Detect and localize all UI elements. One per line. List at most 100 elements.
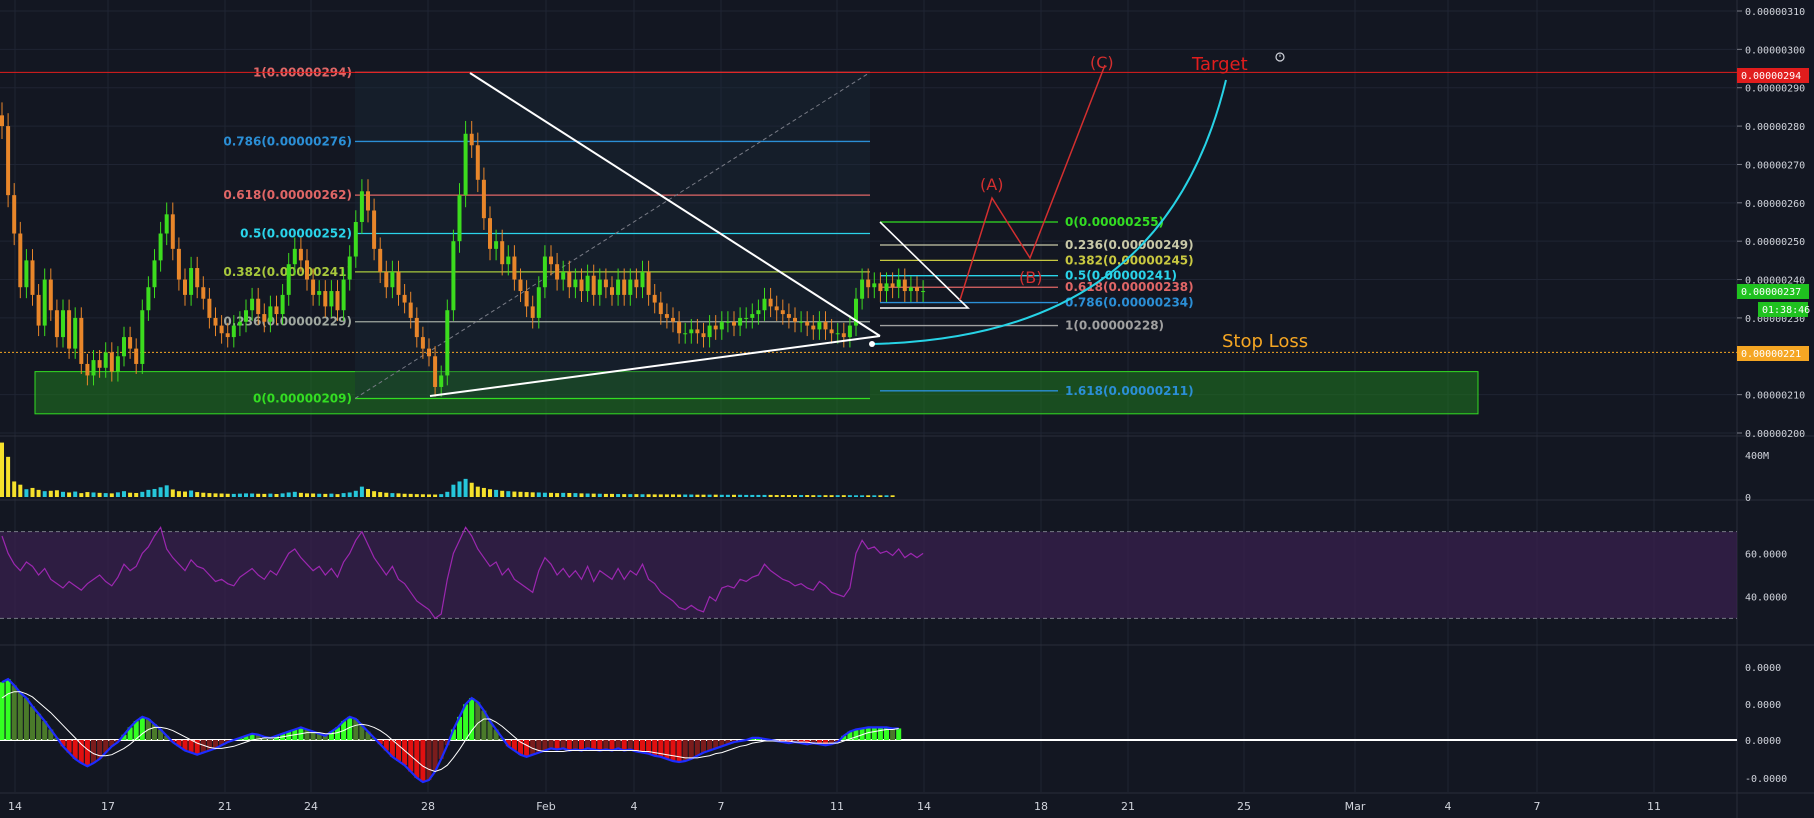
volume-bar (439, 494, 444, 497)
candle-body (201, 287, 206, 299)
macd-histogram-bar (475, 702, 481, 740)
volume-bar (152, 488, 157, 497)
volume-bar (506, 491, 511, 497)
candle-body (652, 294, 657, 303)
volume-bar (219, 493, 224, 497)
volume-bar (835, 495, 840, 497)
stop-price-tag: 0.00000221 (1737, 346, 1809, 361)
time-tick-label: 18 (1034, 800, 1048, 813)
candle-body (427, 348, 431, 357)
candle-body (799, 321, 804, 323)
candle-body (213, 317, 218, 326)
volume-bar (390, 493, 395, 497)
volume-bar (707, 494, 712, 497)
volume-bar (530, 492, 535, 497)
candle-body (640, 271, 645, 288)
stop-loss-label: Stop Loss (1222, 331, 1308, 352)
volume-bar (579, 493, 584, 497)
volume-bar (756, 494, 761, 497)
volume-bar (225, 493, 230, 497)
volume-bar (42, 491, 47, 497)
macd-histogram-bar (554, 740, 560, 750)
macd-histogram-bar (664, 740, 670, 759)
macd-histogram-bar (676, 740, 682, 763)
candle-body (664, 314, 669, 318)
candle-body (817, 321, 822, 330)
volume-bar (622, 494, 627, 497)
volume-bar (695, 494, 700, 497)
volume-bar (841, 495, 846, 497)
candle-body (475, 145, 480, 180)
candle-body (134, 348, 139, 364)
volume-bar (317, 493, 322, 497)
candle-body (384, 271, 389, 288)
candle-body (500, 241, 505, 265)
candle-body (780, 310, 785, 315)
macd-histogram-bar (670, 740, 676, 761)
candle-body (274, 306, 279, 315)
macd-histogram-bar (84, 740, 90, 767)
candle-body (250, 298, 255, 311)
candle-body (0, 115, 4, 127)
candle-body (140, 310, 145, 364)
price-tick-label: 0.00000200 (1745, 429, 1805, 440)
volume-bar (195, 492, 200, 497)
volume-bar (414, 494, 419, 497)
volume-bar (481, 487, 486, 497)
volume-bar (61, 491, 65, 497)
fib-small-level-label: 0(0.00000255) (1065, 215, 1164, 229)
fib-small-level-label: 0.786(0.00000234) (1065, 296, 1194, 310)
volume-bar (488, 489, 492, 497)
candle-body (146, 287, 151, 311)
volume-bar (48, 490, 53, 497)
volume-bar (122, 491, 126, 497)
candle-body (61, 310, 65, 338)
candle-body (744, 317, 749, 319)
candle-body (786, 314, 791, 318)
rsi-pane[interactable] (0, 525, 1737, 620)
volume-bar (286, 492, 291, 497)
candle-body (262, 314, 267, 322)
volume-bar (732, 494, 736, 497)
volume-bar (359, 486, 364, 497)
volume-bar (567, 492, 572, 497)
volume-bar (213, 493, 218, 497)
volume-bar (250, 493, 255, 497)
volume-bar (298, 492, 303, 497)
candle-body (689, 329, 694, 334)
volume-bar (512, 491, 517, 497)
volume-bar (140, 491, 145, 497)
candle-body (183, 279, 187, 295)
volume-bar (768, 494, 773, 497)
candle-body (518, 279, 523, 292)
svg-text:0.00000237: 0.00000237 (1741, 287, 1801, 298)
candle-body (628, 279, 633, 295)
volume-bar (817, 495, 822, 497)
macd-histogram-bar (560, 740, 566, 749)
wave-a-label: (A) (980, 175, 1003, 194)
candle-body (24, 260, 29, 288)
volume-bar (634, 494, 639, 497)
volume-bar (884, 495, 889, 497)
macd-histogram-bar (640, 740, 645, 753)
trading-chart[interactable]: 1(0.00000294)0.786(0.00000276)0.618(0.00… (0, 0, 1814, 818)
macd-histogram-bar (890, 728, 896, 740)
volume-bar (146, 489, 151, 497)
macd-histogram-bar (30, 706, 35, 740)
macd-histogram-bar (688, 740, 694, 759)
macd-histogram-bar (694, 740, 700, 756)
price-tick-label: 0.00000210 (1745, 391, 1805, 402)
fib-small-level-label: 0.618(0.00000238) (1065, 280, 1194, 294)
candle-body (805, 321, 810, 326)
candle-body (732, 321, 736, 326)
macd-histogram-bar (188, 740, 194, 753)
volume-bar (274, 494, 279, 497)
volume-bar (6, 456, 11, 497)
volume-bar (591, 493, 596, 497)
candle-body (97, 360, 102, 368)
time-tick-label: 7 (718, 800, 725, 813)
target-label: Target (1191, 54, 1248, 75)
time-tick-label: Feb (536, 800, 555, 813)
volume-bar (561, 492, 566, 497)
volume-bar (683, 494, 688, 497)
